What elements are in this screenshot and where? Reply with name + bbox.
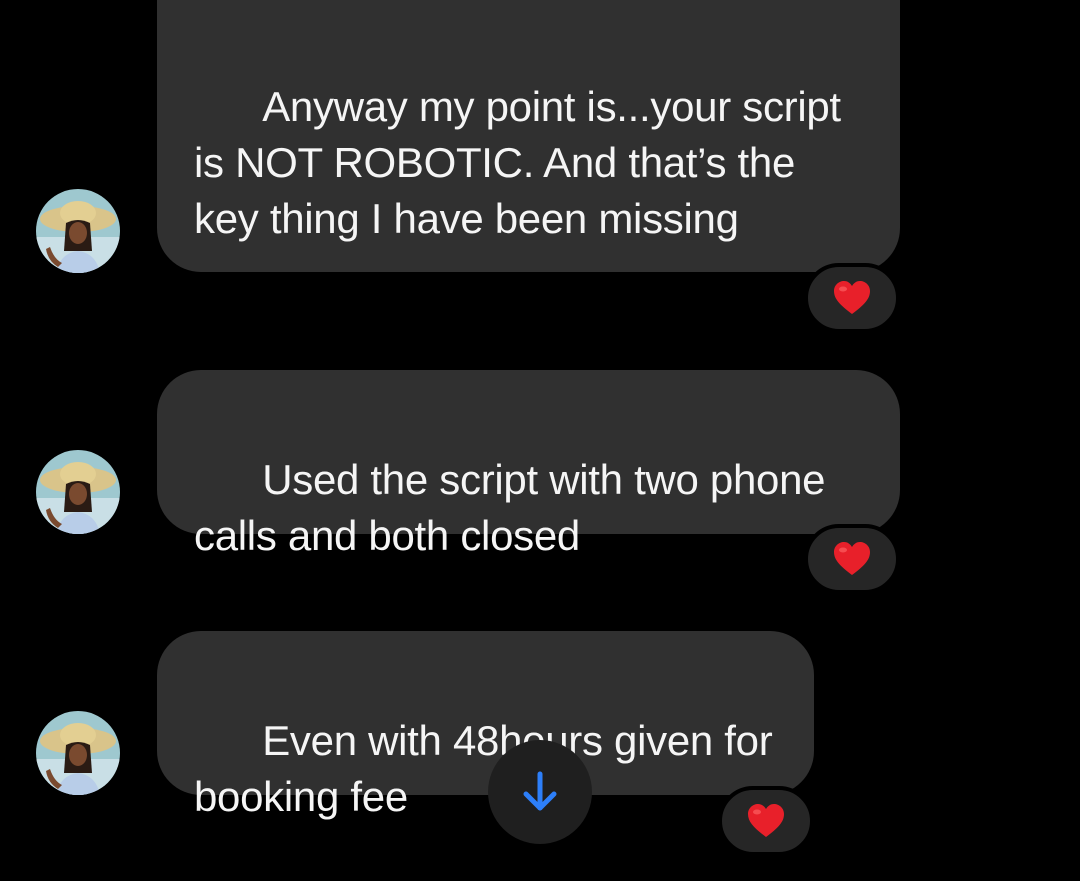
red-heart-icon	[748, 804, 784, 837]
avatar[interactable]	[36, 711, 120, 795]
profile-photo-icon	[36, 711, 120, 795]
reaction-badge[interactable]	[718, 786, 814, 856]
profile-photo-icon	[36, 189, 120, 273]
reaction-badge[interactable]	[804, 524, 900, 594]
message-bubble[interactable]: Even with 48hours given for booking fee	[157, 631, 814, 820]
message-bubble[interactable]: Used the script with two phone calls and…	[157, 370, 900, 559]
message-thread: Anyway my point is...your script is NOT …	[0, 0, 1080, 867]
arrow-down-icon	[523, 771, 557, 811]
red-heart-icon	[834, 542, 870, 575]
message-text: Used the script with two phone calls and…	[194, 456, 837, 559]
reaction-badge[interactable]	[804, 263, 900, 333]
avatar[interactable]	[36, 450, 120, 534]
red-heart-icon	[834, 281, 870, 314]
message-bubble[interactable]: Anyway my point is...your script is NOT …	[157, 0, 900, 272]
message-text: Anyway my point is...your script is NOT …	[194, 83, 853, 242]
profile-photo-icon	[36, 450, 120, 534]
scroll-to-bottom-button[interactable]	[488, 740, 592, 844]
avatar[interactable]	[36, 189, 120, 273]
